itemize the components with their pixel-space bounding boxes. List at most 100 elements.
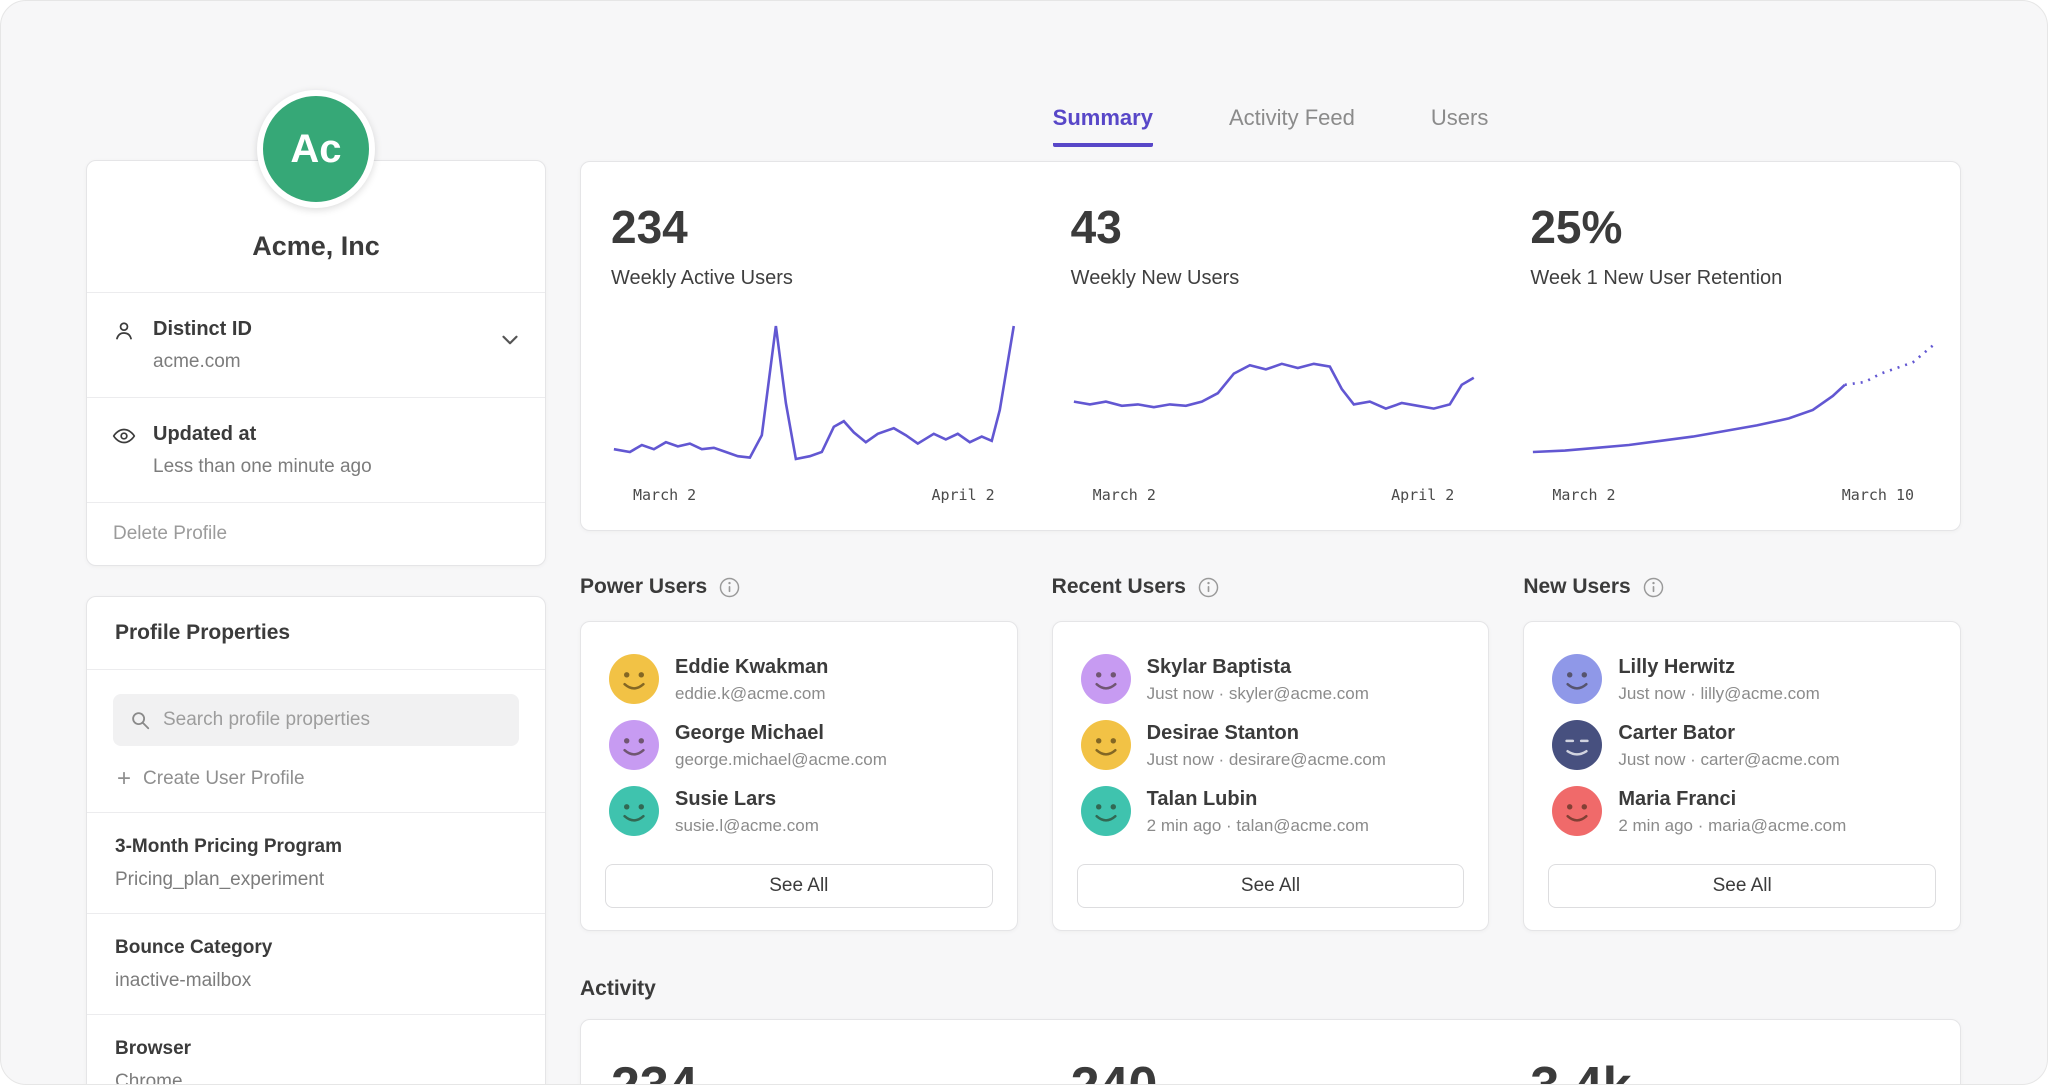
user-name: Talan Lubin xyxy=(1147,787,1369,811)
user-name: Desirae Stanton xyxy=(1147,721,1386,745)
delete-profile-button[interactable]: Delete Profile xyxy=(87,503,545,565)
property-value: Chrome xyxy=(115,1070,517,1085)
smiley-face-icon xyxy=(609,786,659,836)
user-avatar xyxy=(1081,654,1131,704)
new-users-card: Lilly Herwitz Just now · lilly@acme.com … xyxy=(1523,621,1961,931)
property-row[interactable]: Bounce Category inactive-mailbox xyxy=(87,914,545,1014)
metric-label: Weekly Active Users xyxy=(611,267,1017,290)
see-all-button[interactable]: See All xyxy=(1548,864,1936,908)
axis-tick-left: March 2 xyxy=(1552,486,1615,504)
user-name: Carter Bator xyxy=(1618,721,1839,745)
user-detail: 2 min ago · maria@acme.com xyxy=(1618,816,1846,836)
user-avatar xyxy=(1081,786,1131,836)
user-avatar xyxy=(1552,786,1602,836)
summary-stats-card: 234 Weekly Active Users March 2 April 2 … xyxy=(580,161,1961,531)
user-detail: Just now · skyler@acme.com xyxy=(1147,684,1369,704)
metric-label: Week 1 New User Retention xyxy=(1530,267,1936,290)
tab-summary[interactable]: Summary xyxy=(1053,105,1153,147)
tab-bar: Summary Activity Feed Users xyxy=(580,105,1961,147)
section-title: Recent Users xyxy=(1052,575,1186,599)
axis-tick-right: March 10 xyxy=(1842,486,1914,504)
user-detail: Just now · lilly@acme.com xyxy=(1618,684,1819,704)
user-row[interactable]: Eddie Kwakman eddie.k@acme.com xyxy=(605,646,993,712)
smiley-face-icon xyxy=(609,654,659,704)
smiley-face-icon xyxy=(1081,654,1131,704)
user-avatar xyxy=(609,786,659,836)
profile-properties-title: Profile Properties xyxy=(87,597,545,669)
activity-section-title: Activity xyxy=(580,977,1961,1001)
company-avatar: Ac xyxy=(257,90,375,208)
metric-value: 234 xyxy=(611,202,1017,252)
section-recent-users: Recent Users Skylar Baptista xyxy=(1052,575,1490,931)
info-icon[interactable] xyxy=(1643,577,1664,598)
search-icon xyxy=(129,709,151,731)
profile-sidebar: Ac Acme, Inc Distinct ID acme.com xyxy=(86,1,546,1084)
user-avatar xyxy=(609,654,659,704)
search-input[interactable] xyxy=(163,709,503,731)
field-value: acme.com xyxy=(153,350,252,373)
user-name: Eddie Kwakman xyxy=(675,655,828,679)
person-icon xyxy=(111,318,137,344)
chevron-down-icon[interactable] xyxy=(497,327,523,353)
property-row[interactable]: Browser Chrome xyxy=(87,1015,545,1085)
user-row[interactable]: Lilly Herwitz Just now · lilly@acme.com xyxy=(1548,646,1936,712)
user-row[interactable]: Skylar Baptista Just now · skyler@acme.c… xyxy=(1077,646,1465,712)
user-name: Maria Franci xyxy=(1618,787,1846,811)
app-window: Ac Acme, Inc Distinct ID acme.com xyxy=(0,0,2048,1085)
tab-users[interactable]: Users xyxy=(1431,105,1488,147)
property-row[interactable]: 3-Month Pricing Program Pricing_plan_exp… xyxy=(87,813,545,913)
info-icon[interactable] xyxy=(719,577,740,598)
user-row[interactable]: Talan Lubin 2 min ago · talan@acme.com xyxy=(1077,778,1465,844)
metric-value: 43 xyxy=(1071,202,1477,252)
create-user-profile-button[interactable]: + Create User Profile xyxy=(113,746,519,792)
power-users-card: Eddie Kwakman eddie.k@acme.com George Mi… xyxy=(580,621,1018,931)
week1-retention-chart xyxy=(1530,322,1936,470)
user-avatar xyxy=(1552,654,1602,704)
section-title: Power Users xyxy=(580,575,707,599)
metric-weekly-active-users: 234 Weekly Active Users March 2 April 2 xyxy=(581,162,1041,530)
see-all-button[interactable]: See All xyxy=(1077,864,1465,908)
user-row[interactable]: Desirae Stanton Just now · desirare@acme… xyxy=(1077,712,1465,778)
profile-card: Acme, Inc Distinct ID acme.com xyxy=(86,160,546,566)
user-row[interactable]: George Michael george.michael@acme.com xyxy=(605,712,993,778)
user-row[interactable]: Susie Lars susie.l@acme.com xyxy=(605,778,993,844)
section-new-users: New Users Lilly Herwitz Just xyxy=(1523,575,1961,931)
property-name: 3-Month Pricing Program xyxy=(115,835,517,858)
property-value: Pricing_plan_experiment xyxy=(115,868,517,891)
weekly-new-users-chart xyxy=(1071,322,1477,470)
smiley-face-icon xyxy=(1552,786,1602,836)
see-all-button[interactable]: See All xyxy=(605,864,993,908)
axis-tick-left: March 2 xyxy=(1093,486,1156,504)
eye-icon xyxy=(111,423,137,449)
plus-icon: + xyxy=(117,769,131,789)
distinct-id-row[interactable]: Distinct ID acme.com xyxy=(87,293,545,397)
user-row[interactable]: Carter Bator Just now · carter@acme.com xyxy=(1548,712,1936,778)
section-title: New Users xyxy=(1523,575,1630,599)
user-avatar xyxy=(1552,720,1602,770)
user-detail: Just now · desirare@acme.com xyxy=(1147,750,1386,770)
field-value: Less than one minute ago xyxy=(153,455,372,478)
search-profile-properties[interactable] xyxy=(113,694,519,746)
user-row[interactable]: Maria Franci 2 min ago · maria@acme.com xyxy=(1548,778,1936,844)
profile-properties-card: Profile Properties + Create User Profile… xyxy=(86,596,546,1085)
recent-users-card: Skylar Baptista Just now · skyler@acme.c… xyxy=(1052,621,1490,931)
metric-weekly-new-users: 43 Weekly New Users March 2 April 2 xyxy=(1041,162,1501,530)
axis-tick-right: April 2 xyxy=(1391,486,1454,504)
create-user-profile-label: Create User Profile xyxy=(143,768,305,790)
activity-stat: 240 xyxy=(1071,1056,1477,1085)
user-name: Susie Lars xyxy=(675,787,819,811)
section-power-users: Power Users Eddie Kwakman ed xyxy=(580,575,1018,931)
tab-activity-feed[interactable]: Activity Feed xyxy=(1229,105,1355,147)
activity-stat: 234 xyxy=(611,1056,1017,1085)
user-sections: Power Users Eddie Kwakman ed xyxy=(580,575,1961,931)
user-detail: Just now · carter@acme.com xyxy=(1618,750,1839,770)
user-avatar xyxy=(609,720,659,770)
main-content: Summary Activity Feed Users 234 Weekly A… xyxy=(580,1,1961,1084)
user-detail: eddie.k@acme.com xyxy=(675,684,828,704)
updated-at-row: Updated at Less than one minute ago xyxy=(87,398,545,502)
smiley-face-icon xyxy=(1081,720,1131,770)
user-name: Lilly Herwitz xyxy=(1618,655,1819,679)
activity-stat: 3.4k xyxy=(1530,1056,1936,1085)
info-icon[interactable] xyxy=(1198,577,1219,598)
smiley-face-icon xyxy=(1552,654,1602,704)
